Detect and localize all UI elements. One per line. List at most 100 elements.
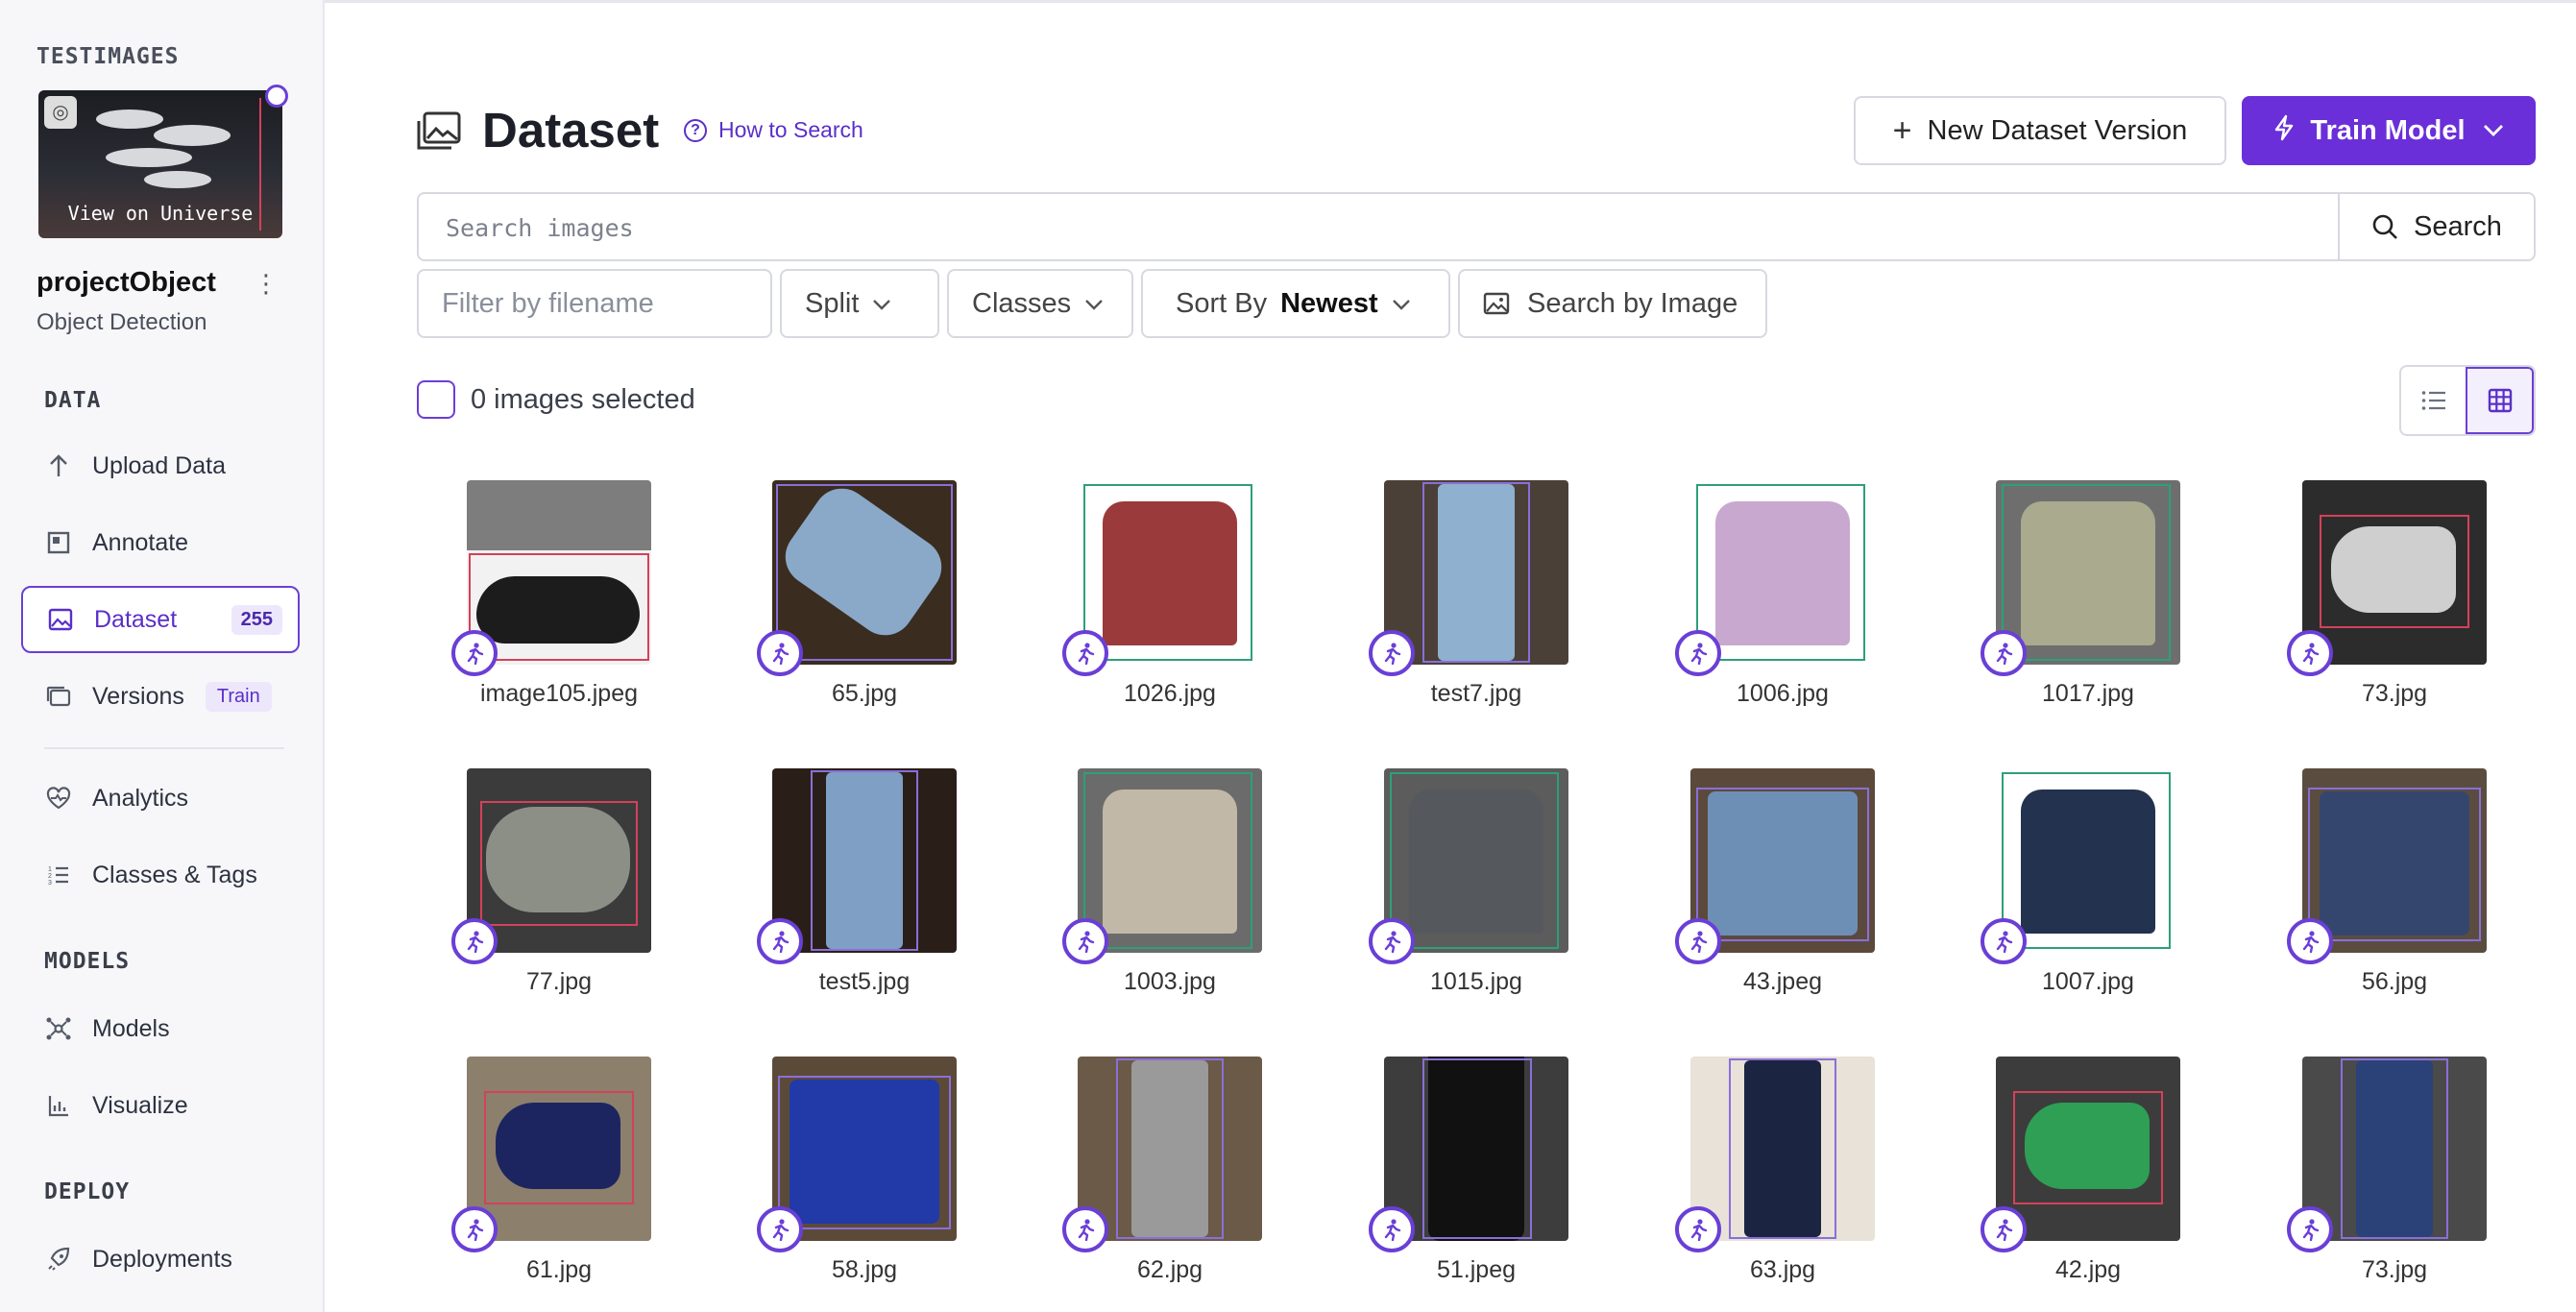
image-thumbnail[interactable] — [1078, 1057, 1262, 1241]
list-view-icon — [2421, 391, 2445, 410]
heartbeat-icon — [44, 784, 73, 813]
lightning-icon — [2273, 114, 2295, 148]
image-filename: 73.jpg — [2361, 1256, 2428, 1283]
bounding-box — [2002, 772, 2171, 949]
sidebar-item-versions[interactable]: Versions Train — [21, 663, 300, 730]
image-thumbnail[interactable] — [1078, 768, 1262, 953]
search-button[interactable]: Search — [2338, 194, 2534, 259]
sidebar-item-classes-tags[interactable]: 123 Classes & Tags — [21, 841, 300, 909]
project-name: projectObject — [36, 267, 216, 298]
project-thumbnail[interactable]: ◎ View on Universe — [38, 90, 282, 238]
list-view-button[interactable] — [2401, 367, 2466, 434]
workspace-name: TESTIMAGES — [36, 44, 180, 69]
classes-dropdown[interactable]: Classes — [947, 269, 1133, 338]
globe-icon: ◎ — [44, 96, 77, 129]
image-thumbnail[interactable] — [1690, 480, 1875, 665]
image-thumbnail[interactable] — [1690, 1057, 1875, 1241]
image-thumbnail[interactable] — [467, 768, 651, 953]
sidebar-item-label: Visualize — [92, 1091, 188, 1119]
image-thumbnail[interactable] — [1690, 768, 1875, 953]
train-model-button[interactable]: Train Model — [2242, 96, 2536, 165]
sidebar-item-visualize[interactable]: Visualize — [21, 1072, 300, 1139]
annotation-status-icon — [757, 1206, 803, 1252]
filename-filter[interactable] — [417, 269, 772, 338]
image-filename: 1026.jpg — [1124, 680, 1216, 707]
image-filename: 77.jpg — [525, 968, 593, 995]
chart-icon — [44, 1091, 73, 1120]
annotation-status-icon — [1369, 1206, 1415, 1252]
image-thumbnail[interactable] — [2302, 768, 2487, 953]
image-thumbnail[interactable] — [1384, 1057, 1568, 1241]
image-thumbnail[interactable] — [2302, 1057, 2487, 1241]
image-filename: 43.jpeg — [1742, 968, 1823, 995]
image-count-badge: 255 — [231, 604, 282, 635]
sidebar-item-models[interactable]: Models — [21, 995, 300, 1062]
bounding-box — [1083, 772, 1252, 949]
search-by-image-button[interactable]: Search by Image — [1458, 269, 1767, 338]
bounding-box — [2002, 484, 2171, 661]
plus-icon: + — [1892, 111, 1912, 149]
bounding-box — [2013, 1091, 2163, 1204]
annotation-status-icon — [1062, 630, 1108, 676]
image-filename: 51.jpeg — [1436, 1256, 1517, 1283]
select-all-checkbox[interactable] — [417, 380, 455, 419]
sidebar-item-annotate[interactable]: Annotate — [21, 509, 300, 576]
new-dataset-version-label: New Dataset Version — [1927, 114, 2188, 146]
bounding-box — [776, 484, 953, 661]
top-border — [0, 0, 2576, 3]
image-thumbnail[interactable] — [1078, 480, 1262, 665]
image-filename: image105.jpeg — [479, 680, 638, 707]
how-to-search-link[interactable]: ? How to Search — [684, 117, 863, 143]
sidebar-item-analytics[interactable]: Analytics — [21, 765, 300, 832]
annotation-status-icon — [1981, 630, 2027, 676]
image-filename: 61.jpg — [525, 1256, 593, 1283]
annotation-status-icon — [1675, 1206, 1721, 1252]
view-toggle — [2399, 365, 2536, 436]
bounding-box — [811, 770, 918, 951]
search-bar: Search — [417, 192, 2536, 261]
annotation-status-icon — [1981, 1206, 2027, 1252]
grid-view-button[interactable] — [2466, 367, 2534, 434]
chevron-down-icon — [872, 291, 891, 316]
chevron-down-icon — [1392, 291, 1411, 316]
image-thumbnail[interactable] — [1384, 480, 1568, 665]
bounding-box — [1696, 484, 1865, 661]
sidebar-item-upload-data[interactable]: Upload Data — [21, 432, 300, 499]
search-input[interactable] — [446, 209, 2271, 246]
bounding-box — [480, 801, 638, 926]
svg-text:3: 3 — [48, 880, 52, 887]
bounding-box — [1696, 788, 1869, 941]
image-thumbnail[interactable] — [467, 1057, 651, 1241]
image-thumbnail[interactable] — [772, 768, 957, 953]
sort-dropdown[interactable]: Sort By Newest — [1141, 269, 1450, 338]
image-thumbnail[interactable] — [1996, 1057, 2180, 1241]
annotation-status-icon — [2287, 630, 2333, 676]
thumb-detail — [96, 109, 163, 129]
image-thumbnail[interactable] — [772, 480, 957, 665]
sidebar-item-dataset[interactable]: Dataset 255 — [21, 586, 300, 653]
bounding-box — [1390, 772, 1559, 949]
annotation-status-icon — [1062, 1206, 1108, 1252]
annotation-status-icon — [1369, 918, 1415, 964]
image-thumbnail[interactable] — [772, 1057, 957, 1241]
bounding-box — [1116, 1058, 1224, 1239]
thumb-detail — [154, 125, 231, 146]
kebab-menu-icon[interactable]: ⋮ — [254, 271, 279, 296]
svg-text:2: 2 — [48, 873, 52, 880]
sidebar-item-deployments[interactable]: Deployments — [21, 1226, 300, 1293]
filename-filter-input[interactable] — [442, 287, 749, 320]
split-dropdown[interactable]: Split — [780, 269, 939, 338]
image-thumbnail[interactable] — [1384, 768, 1568, 953]
thumb-detail — [106, 148, 192, 167]
sidebar: TESTIMAGES ◎ View on Universe projectObj… — [0, 0, 325, 1312]
image-thumbnail[interactable] — [467, 480, 651, 665]
image-filename: 1006.jpg — [1737, 680, 1829, 707]
new-dataset-version-button[interactable]: + New Dataset Version — [1854, 96, 2226, 165]
sidebar-divider — [44, 747, 284, 749]
image-thumbnail[interactable] — [2302, 480, 2487, 665]
view-on-universe-link[interactable]: View on Universe — [38, 202, 282, 225]
annotation-status-icon — [2287, 918, 2333, 964]
search-by-image-label: Search by Image — [1527, 287, 1738, 319]
image-thumbnail[interactable] — [1996, 480, 2180, 665]
image-thumbnail[interactable] — [1996, 768, 2180, 953]
